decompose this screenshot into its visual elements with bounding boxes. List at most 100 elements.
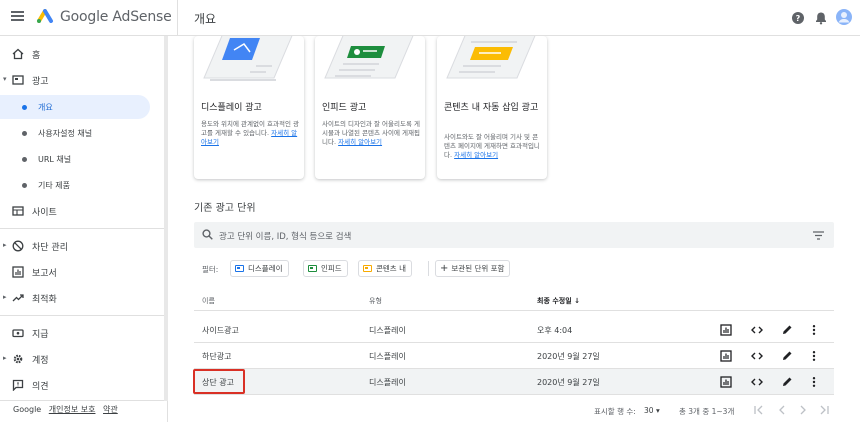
first-page-icon[interactable] bbox=[753, 404, 765, 416]
rows-per-page-select[interactable]: 30 ▾ bbox=[644, 406, 660, 415]
more-vert-icon[interactable] bbox=[808, 376, 820, 388]
prev-page-icon[interactable] bbox=[776, 404, 788, 416]
card-title: 인피드 광고 bbox=[322, 103, 367, 113]
table-row[interactable]: 상단 광고 디스플레이 2020년 9월 27일 bbox=[194, 369, 834, 395]
sidebar-divider bbox=[0, 400, 164, 401]
report-icon[interactable] bbox=[720, 376, 732, 388]
sidebar-item-label: 계정 bbox=[32, 356, 49, 366]
sidebar-subitem-custom-channels[interactable]: 사용자설정 채널 bbox=[0, 121, 150, 145]
next-page-icon[interactable] bbox=[797, 404, 809, 416]
sidebar-item-reports[interactable]: 보고서 bbox=[0, 260, 164, 284]
filter-list-icon[interactable] bbox=[813, 231, 824, 240]
brand-name: Google AdSense bbox=[60, 9, 172, 25]
more-vert-icon[interactable] bbox=[808, 324, 820, 336]
card-description: 용도와 위치에 관계없이 효과적인 광고를 게재할 수 있습니다. 자세히 알아… bbox=[201, 120, 299, 146]
incontent-ad-icon bbox=[363, 264, 372, 272]
column-type[interactable]: 유형 bbox=[369, 296, 382, 306]
header-divider bbox=[177, 0, 178, 36]
infeed-ad-icon bbox=[308, 264, 317, 272]
ad-unit-type: 디스플레이 bbox=[369, 378, 406, 387]
edit-icon[interactable] bbox=[781, 350, 793, 362]
reports-icon bbox=[12, 266, 24, 278]
learn-more-link[interactable]: 자세히 알아보기 bbox=[454, 151, 498, 159]
sidebar-item-home[interactable]: 홈 bbox=[0, 42, 164, 66]
chip-infeed[interactable]: 인피드 bbox=[303, 260, 348, 277]
adsense-logo bbox=[37, 9, 53, 23]
infeed-ad-illustration bbox=[324, 36, 414, 79]
sidebar-subitem-other-products[interactable]: 기타 제품 bbox=[0, 173, 150, 197]
ad-unit-name[interactable]: 하단광고 bbox=[202, 351, 231, 362]
dropdown-icon: ▾ bbox=[655, 406, 660, 415]
ad-unit-type: 디스플레이 bbox=[369, 326, 406, 335]
bullet bbox=[22, 105, 27, 110]
main-content: 디스플레이 광고 용도와 위치에 관계없이 효과적인 광고를 게재할 수 있습니… bbox=[169, 36, 860, 422]
table-row[interactable]: 하단광고 디스플레이 2020년 9월 27일 bbox=[194, 343, 834, 369]
ad-unit-type: 디스플레이 bbox=[369, 352, 406, 361]
add-icon: + bbox=[440, 263, 449, 274]
card-display-ads[interactable]: 디스플레이 광고 용도와 위치에 관계없이 효과적인 광고를 게재할 수 있습니… bbox=[194, 36, 304, 179]
menu-icon[interactable] bbox=[11, 11, 24, 21]
edit-icon[interactable] bbox=[781, 376, 793, 388]
sidebar-item-blocking[interactable]: ▸ 차단 관리 bbox=[0, 234, 164, 258]
sidebar-item-account[interactable]: ▸ 계정 bbox=[0, 347, 164, 371]
card-description: 사이트와도 잘 어울리며 기사 및 콘텐츠 페이지에 게재하면 효과적입니다. … bbox=[444, 133, 540, 159]
ads-icon bbox=[12, 75, 24, 85]
sidebar-item-label: 홈 bbox=[32, 51, 41, 61]
sidebar-item-payments[interactable]: 지급 bbox=[0, 321, 164, 345]
caret-down-icon: ▾ bbox=[3, 75, 7, 83]
learn-more-link[interactable]: 자세히 알아보기 bbox=[338, 138, 382, 146]
svg-text:?: ? bbox=[796, 14, 801, 23]
terms-link[interactable]: 약관 bbox=[103, 405, 118, 414]
sidebar-item-optimization[interactable]: ▸ 최적화 bbox=[0, 286, 164, 310]
top-app-bar: Google AdSense 개요 ? bbox=[0, 0, 860, 36]
more-vert-icon[interactable] bbox=[808, 350, 820, 362]
chip-divider bbox=[428, 261, 429, 276]
caret-right-icon: ▸ bbox=[3, 293, 7, 301]
feedback-icon bbox=[12, 379, 24, 391]
code-icon[interactable] bbox=[751, 324, 763, 336]
search-input[interactable]: 광고 단위 이름, ID, 형식 등으로 검색 bbox=[219, 230, 351, 242]
avatar[interactable] bbox=[836, 9, 852, 25]
sidebar-item-label: 의견 bbox=[32, 382, 49, 392]
chip-include-archived[interactable]: + 보관된 단위 포함 bbox=[435, 260, 511, 277]
sidebar-item-label: 광고 bbox=[32, 77, 49, 87]
help-icon[interactable]: ? bbox=[791, 11, 805, 25]
sidebar-item-ads[interactable]: ▾ 광고 bbox=[0, 68, 164, 92]
ad-unit-name[interactable]: 사이드광고 bbox=[202, 325, 239, 336]
bullet bbox=[22, 183, 27, 188]
card-infeed-ads[interactable]: 인피드 광고 사이트의 디자인과 잘 어울리도록 게시물과 나열된 콘텐츠 사이… bbox=[315, 36, 425, 179]
privacy-link[interactable]: 개인정보 보호 bbox=[49, 405, 96, 414]
sidebar-item-feedback[interactable]: 의견 bbox=[0, 373, 164, 397]
search-icon bbox=[202, 229, 213, 240]
column-updated[interactable]: 최종 수정일 ↓ bbox=[537, 296, 580, 306]
sidebar-item-label: 차단 관리 bbox=[32, 243, 68, 253]
chip-incontent[interactable]: 콘텐츠 내 bbox=[358, 260, 412, 277]
sidebar-scrollbar[interactable] bbox=[164, 36, 168, 401]
display-ad-icon bbox=[235, 264, 244, 272]
chip-display[interactable]: 디스플레이 bbox=[230, 260, 289, 277]
sidebar-item-sites[interactable]: 사이트 bbox=[0, 199, 164, 223]
notifications-icon[interactable] bbox=[814, 11, 828, 25]
ad-unit-updated: 2020년 9월 27일 bbox=[537, 352, 600, 361]
sidebar-subitem-overview[interactable]: 개요 bbox=[0, 95, 150, 119]
highlight-box bbox=[193, 369, 245, 394]
last-page-icon[interactable] bbox=[818, 404, 830, 416]
sidebar-subitem-url-channels[interactable]: URL 채널 bbox=[0, 147, 150, 171]
code-icon[interactable] bbox=[751, 350, 763, 362]
card-incontent-ads[interactable]: 콘텐츠 내 자동 삽입 광고 사이트와도 잘 어울리며 기사 및 콘텐츠 페이지… bbox=[437, 36, 547, 179]
bullet bbox=[22, 131, 27, 136]
sidebar-footer: Google 개인정보 보호 약관 bbox=[13, 404, 118, 415]
sidebar-subitem-label: 개요 bbox=[38, 103, 53, 112]
search-bar[interactable]: 광고 단위 이름, ID, 형식 등으로 검색 bbox=[194, 222, 834, 248]
column-name[interactable]: 이름 bbox=[202, 296, 215, 306]
report-icon[interactable] bbox=[720, 350, 732, 362]
display-ad-illustration bbox=[203, 36, 293, 81]
edit-icon[interactable] bbox=[781, 324, 793, 336]
code-icon[interactable] bbox=[751, 376, 763, 388]
incontent-ad-illustration bbox=[446, 36, 536, 79]
gear-icon bbox=[13, 354, 23, 364]
report-icon[interactable] bbox=[720, 324, 732, 336]
card-title: 디스플레이 광고 bbox=[201, 103, 262, 113]
caret-right-icon: ▸ bbox=[3, 354, 7, 362]
table-row[interactable]: 사이드광고 디스플레이 오후 4:04 bbox=[194, 317, 834, 343]
